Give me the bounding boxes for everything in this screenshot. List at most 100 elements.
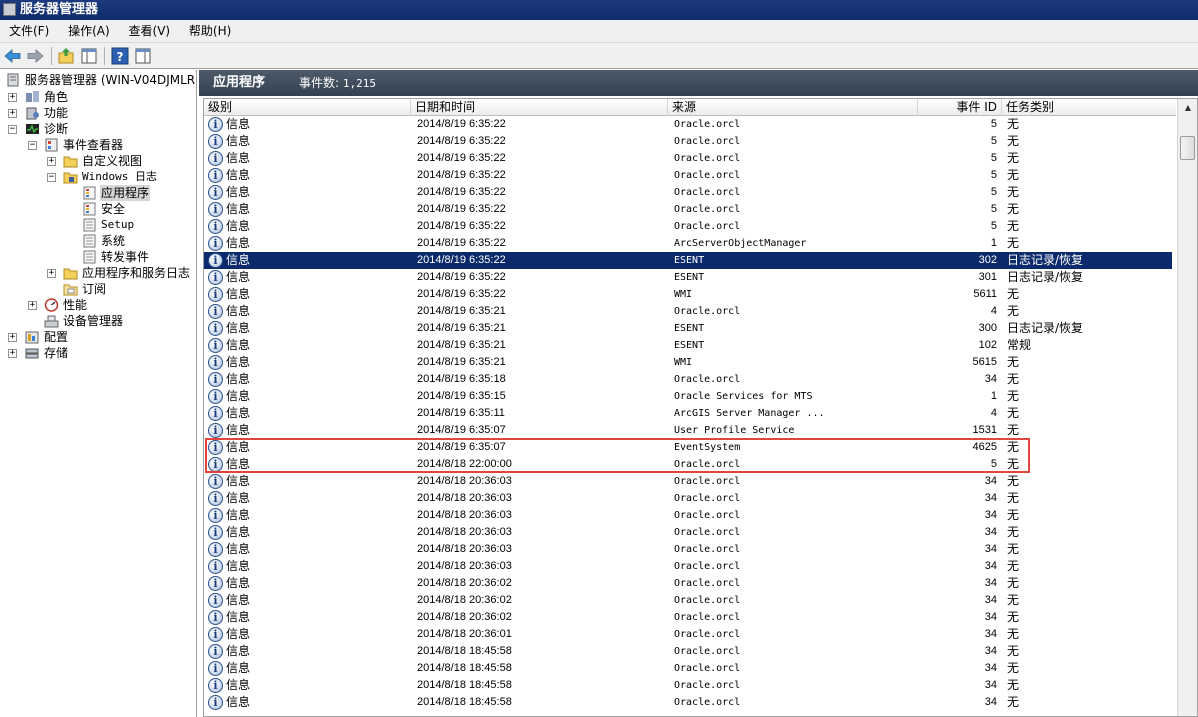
tree-item-features[interactable]: + 功能 bbox=[0, 105, 196, 121]
up-folder-icon[interactable] bbox=[57, 47, 75, 65]
table-row[interactable]: i 信息 2014/8/19 6:35:21 ESENT 300 日志记录/恢复 bbox=[204, 320, 1172, 337]
table-row[interactable]: i 信息 2014/8/18 18:45:58 Oracle.orcl 34 无 bbox=[204, 694, 1172, 711]
window-title-bar[interactable]: 服务器管理器 bbox=[0, 0, 1198, 20]
table-row[interactable]: i 信息 2014/8/19 6:35:22 ArcServerObjectManag… bbox=[204, 235, 1172, 252]
tree-item-performance[interactable]: + 性能 bbox=[0, 297, 196, 313]
table-row[interactable]: i 信息 2014/8/18 18:45:58 Oracle.orcl 34 无 bbox=[204, 660, 1172, 677]
back-arrow-icon[interactable] bbox=[4, 47, 22, 65]
column-date[interactable]: 日期和时间 bbox=[411, 99, 668, 116]
table-row[interactable]: i 信息 2014/8/18 20:36:03 Oracle.orcl 34 无 bbox=[204, 541, 1172, 558]
tree-item-app-services-logs[interactable]: + 应用程序和服务日志 bbox=[0, 265, 196, 281]
table-row[interactable]: i 信息 2014/8/18 18:45:58 Oracle.orcl 34 无 bbox=[204, 643, 1172, 660]
tree-item-device-manager[interactable]: 设备管理器 bbox=[0, 313, 196, 329]
level-text: 信息 bbox=[226, 338, 251, 352]
table-row[interactable]: i 信息 2014/8/19 6:35:22 Oracle.orcl 5 无 bbox=[204, 133, 1172, 150]
table-row[interactable]: i 信息 2014/8/19 6:35:11 ArcGIS Server Manage… bbox=[204, 405, 1172, 422]
tree-item-diagnostics[interactable]: − 诊断 bbox=[0, 121, 196, 137]
cell-event-id: 300 bbox=[978, 322, 997, 334]
collapse-icon[interactable]: − bbox=[8, 125, 17, 134]
level-text: 信息 bbox=[226, 457, 251, 471]
scroll-thumb[interactable] bbox=[1180, 136, 1195, 160]
expand-icon[interactable]: + bbox=[8, 93, 17, 102]
tree-item-system[interactable]: 系统 bbox=[0, 233, 196, 249]
tree-item-server-manager[interactable]: 服务器管理器 (WIN-V04DJMLR70 bbox=[0, 72, 196, 88]
cell-task: 无 bbox=[1007, 202, 1020, 216]
table-row[interactable]: i 信息 2014/8/18 18:45:58 Oracle.orcl 34 无 bbox=[204, 677, 1172, 694]
table-row[interactable]: i 信息 2014/8/18 20:36:02 Oracle.orcl 34 无 bbox=[204, 575, 1172, 592]
action-pane-icon[interactable] bbox=[134, 47, 152, 65]
table-row[interactable]: i 信息 2014/8/19 6:35:15 Oracle Services for … bbox=[204, 388, 1172, 405]
menu-help[interactable]: 帮助(H) bbox=[180, 20, 237, 43]
table-row[interactable]: i 信息 2014/8/18 20:36:03 Oracle.orcl 34 无 bbox=[204, 490, 1172, 507]
cell-level: i 信息 bbox=[208, 388, 408, 405]
table-row[interactable]: i 信息 2014/8/19 6:35:22 Oracle.orcl 5 无 bbox=[204, 218, 1172, 235]
tree-item-security[interactable]: 安全 bbox=[0, 201, 196, 217]
cell-task: 无 bbox=[1007, 151, 1020, 165]
tree-item-windows-logs[interactable]: − Windows 日志 bbox=[0, 169, 196, 185]
table-row[interactable]: i 信息 2014/8/19 6:35:18 Oracle.orcl 34 无 bbox=[204, 371, 1172, 388]
expand-icon[interactable]: + bbox=[28, 301, 37, 310]
tree-label: 性能 bbox=[63, 298, 88, 312]
tree-item-custom-views[interactable]: + 自定义视图 bbox=[0, 153, 196, 169]
tree-item-subscriptions[interactable]: 订阅 bbox=[0, 281, 196, 297]
table-row[interactable]: i 信息 2014/8/18 20:36:03 Oracle.orcl 34 无 bbox=[204, 507, 1172, 524]
cell-event-id: 34 bbox=[984, 662, 997, 674]
table-row[interactable]: i 信息 2014/8/18 20:36:02 Oracle.orcl 34 无 bbox=[204, 592, 1172, 609]
column-source[interactable]: 来源 bbox=[668, 99, 918, 116]
collapse-icon[interactable]: − bbox=[47, 173, 56, 182]
cell-level: i 信息 bbox=[208, 592, 408, 609]
menu-file[interactable]: 文件(F) bbox=[0, 20, 55, 43]
table-row[interactable]: i 信息 2014/8/19 6:35:22 Oracle.orcl 5 无 bbox=[204, 184, 1172, 201]
table-row[interactable]: i 信息 2014/8/19 6:35:07 EventSystem 4625 无 bbox=[204, 439, 1172, 456]
table-row[interactable]: i 信息 2014/8/18 20:36:03 Oracle.orcl 34 无 bbox=[204, 524, 1172, 541]
tree-item-forwarded-events[interactable]: 转发事件 bbox=[0, 249, 196, 265]
expand-icon[interactable]: + bbox=[47, 157, 56, 166]
table-row[interactable]: i 信息 2014/8/19 6:35:21 WMI 5615 无 bbox=[204, 354, 1172, 371]
info-icon: i bbox=[208, 525, 223, 540]
collapse-icon[interactable]: − bbox=[28, 141, 37, 150]
help-icon[interactable]: ? bbox=[111, 47, 129, 65]
column-event-id[interactable]: 事件 ID bbox=[918, 99, 1002, 116]
table-row[interactable]: i 信息 2014/8/19 6:35:21 ESENT 102 常规 bbox=[204, 337, 1172, 354]
cell-task: 日志记录/恢复 bbox=[1007, 321, 1084, 335]
table-row[interactable]: i 信息 2014/8/19 6:35:22 WMI 5611 无 bbox=[204, 286, 1172, 303]
table-row[interactable]: i 信息 2014/8/18 20:36:03 Oracle.orcl 34 无 bbox=[204, 473, 1172, 490]
cell-event-id: 5611 bbox=[973, 288, 997, 300]
tree-item-event-viewer[interactable]: − 事件查看器 bbox=[0, 137, 196, 153]
table-row[interactable]: i 信息 2014/8/19 6:35:22 ESENT 301 日志记录/恢复 bbox=[204, 269, 1172, 286]
table-row[interactable]: i 信息 2014/8/18 20:36:02 Oracle.orcl 34 无 bbox=[204, 609, 1172, 626]
tree-item-storage[interactable]: + 存储 bbox=[0, 345, 196, 361]
vertical-scrollbar[interactable]: ▲ bbox=[1177, 99, 1197, 716]
table-row[interactable]: i 信息 2014/8/19 6:35:22 Oracle.orcl 5 无 bbox=[204, 116, 1172, 133]
table-row[interactable]: i 信息 2014/8/19 6:35:22 Oracle.orcl 5 无 bbox=[204, 150, 1172, 167]
expand-icon[interactable]: + bbox=[8, 109, 17, 118]
expand-icon[interactable]: + bbox=[8, 333, 17, 342]
tree-item-roles[interactable]: + 角色 bbox=[0, 89, 196, 105]
scroll-up-icon[interactable]: ▲ bbox=[1180, 101, 1196, 115]
table-row[interactable]: i 信息 2014/8/19 6:35:22 Oracle.orcl 5 无 bbox=[204, 201, 1172, 218]
menu-view[interactable]: 查看(V) bbox=[120, 20, 177, 43]
show-hide-tree-icon[interactable] bbox=[80, 47, 98, 65]
cell-event-id: 1 bbox=[990, 237, 997, 249]
tree-item-setup[interactable]: Setup bbox=[0, 217, 196, 233]
expand-icon[interactable]: + bbox=[47, 269, 56, 278]
info-icon: i bbox=[208, 202, 223, 217]
expand-icon[interactable]: + bbox=[8, 349, 17, 358]
table-row[interactable]: i 信息 2014/8/19 6:35:22 ESENT 302 日志记录/恢复 bbox=[204, 252, 1172, 269]
column-task[interactable]: 任务类别 bbox=[1002, 99, 1176, 116]
forward-arrow-icon[interactable] bbox=[26, 47, 44, 65]
menu-action[interactable]: 操作(A) bbox=[59, 20, 116, 43]
table-row[interactable]: i 信息 2014/8/18 22:00:00 Oracle.orcl 5 无 bbox=[204, 456, 1172, 473]
table-row[interactable]: i 信息 2014/8/19 6:35:22 Oracle.orcl 5 无 bbox=[204, 167, 1172, 184]
table-row[interactable]: i 信息 2014/8/19 6:35:21 Oracle.orcl 4 无 bbox=[204, 303, 1172, 320]
table-row[interactable]: i 信息 2014/8/19 6:35:07 User Profile Service… bbox=[204, 422, 1172, 439]
column-level[interactable]: 级别 bbox=[204, 99, 411, 116]
cell-event-id: 34 bbox=[984, 594, 997, 606]
level-text: 信息 bbox=[226, 389, 251, 403]
info-icon: i bbox=[208, 287, 223, 302]
table-row[interactable]: i 信息 2014/8/18 20:36:01 Oracle.orcl 34 无 bbox=[204, 626, 1172, 643]
cell-level: i 信息 bbox=[208, 660, 408, 677]
tree-item-application[interactable]: 应用程序 bbox=[0, 185, 196, 201]
table-row[interactable]: i 信息 2014/8/18 20:36:03 Oracle.orcl 34 无 bbox=[204, 558, 1172, 575]
tree-item-configuration[interactable]: + 配置 bbox=[0, 329, 196, 345]
